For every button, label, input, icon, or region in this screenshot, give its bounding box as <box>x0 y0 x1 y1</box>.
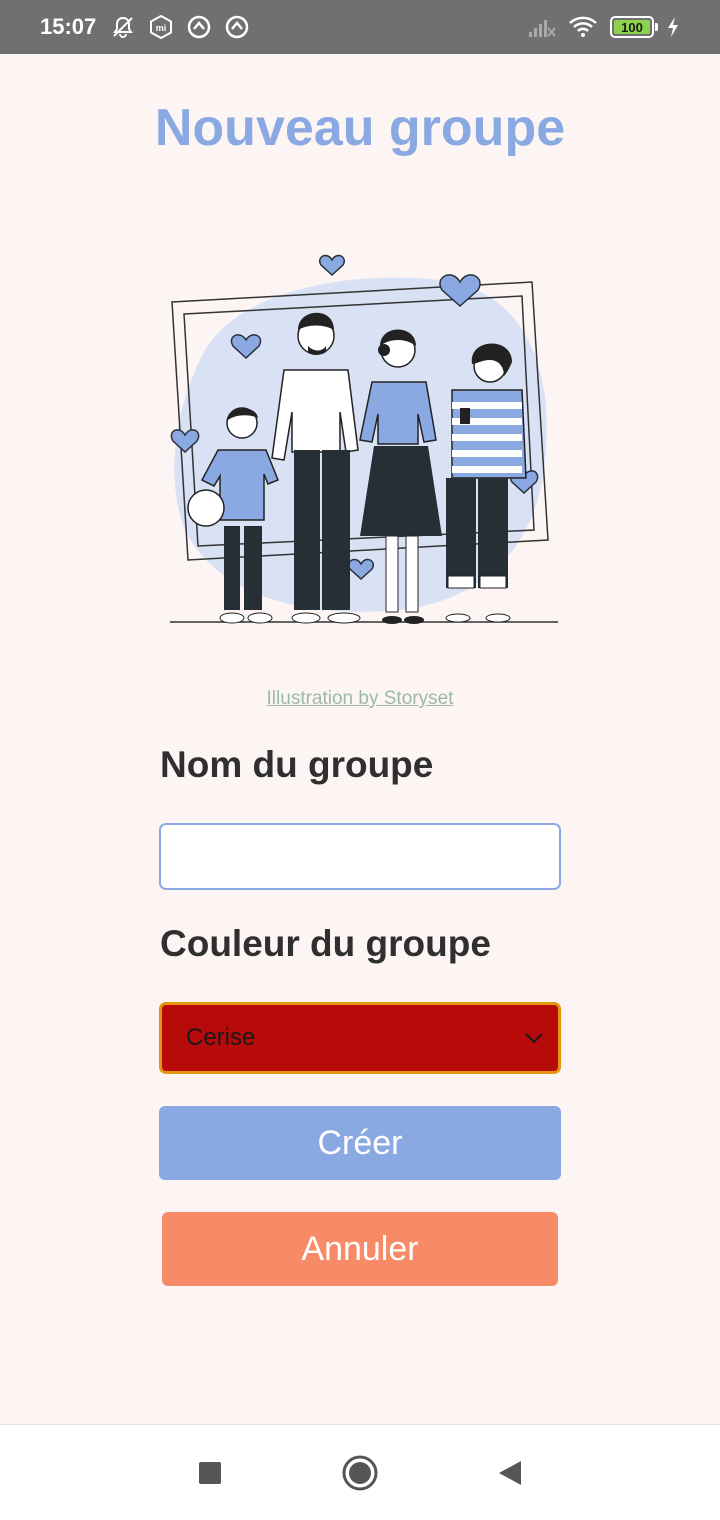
status-icons-right: 100 <box>528 15 680 39</box>
notifications-off-icon <box>110 14 136 40</box>
battery-level: 100 <box>614 20 650 35</box>
group-name-input[interactable] <box>159 823 561 890</box>
cancel-button[interactable]: Annuler <box>162 1212 558 1286</box>
navigation-bar <box>0 1424 720 1520</box>
chevron-down-icon <box>524 1032 544 1044</box>
status-bar: 15:07 mi 100 <box>0 0 720 54</box>
battery-icon: 100 <box>610 16 658 38</box>
sync-icon <box>186 14 212 40</box>
signal-icon <box>528 16 556 38</box>
wifi-icon <box>568 15 598 39</box>
page-title: Nouveau groupe <box>154 99 566 157</box>
svg-text:mi: mi <box>156 23 167 33</box>
group-color-value: Cerise <box>186 1024 256 1051</box>
sync-icon <box>224 14 250 40</box>
status-icons-left: mi <box>110 14 250 40</box>
family-illustration <box>160 240 570 640</box>
charging-icon <box>666 16 680 38</box>
back-icon[interactable] <box>490 1453 530 1493</box>
illustration-credit-link[interactable]: Illustration by Storyset <box>0 688 720 710</box>
group-color-select[interactable]: Cerise <box>159 1002 561 1074</box>
status-time: 15:07 <box>40 14 97 39</box>
group-name-label: Nom du groupe <box>160 744 434 785</box>
mi-icon: mi <box>148 14 174 40</box>
create-button[interactable]: Créer <box>159 1106 561 1180</box>
group-color-label: Couleur du groupe <box>160 923 491 964</box>
home-icon[interactable] <box>340 1453 380 1493</box>
recents-icon[interactable] <box>190 1453 230 1493</box>
